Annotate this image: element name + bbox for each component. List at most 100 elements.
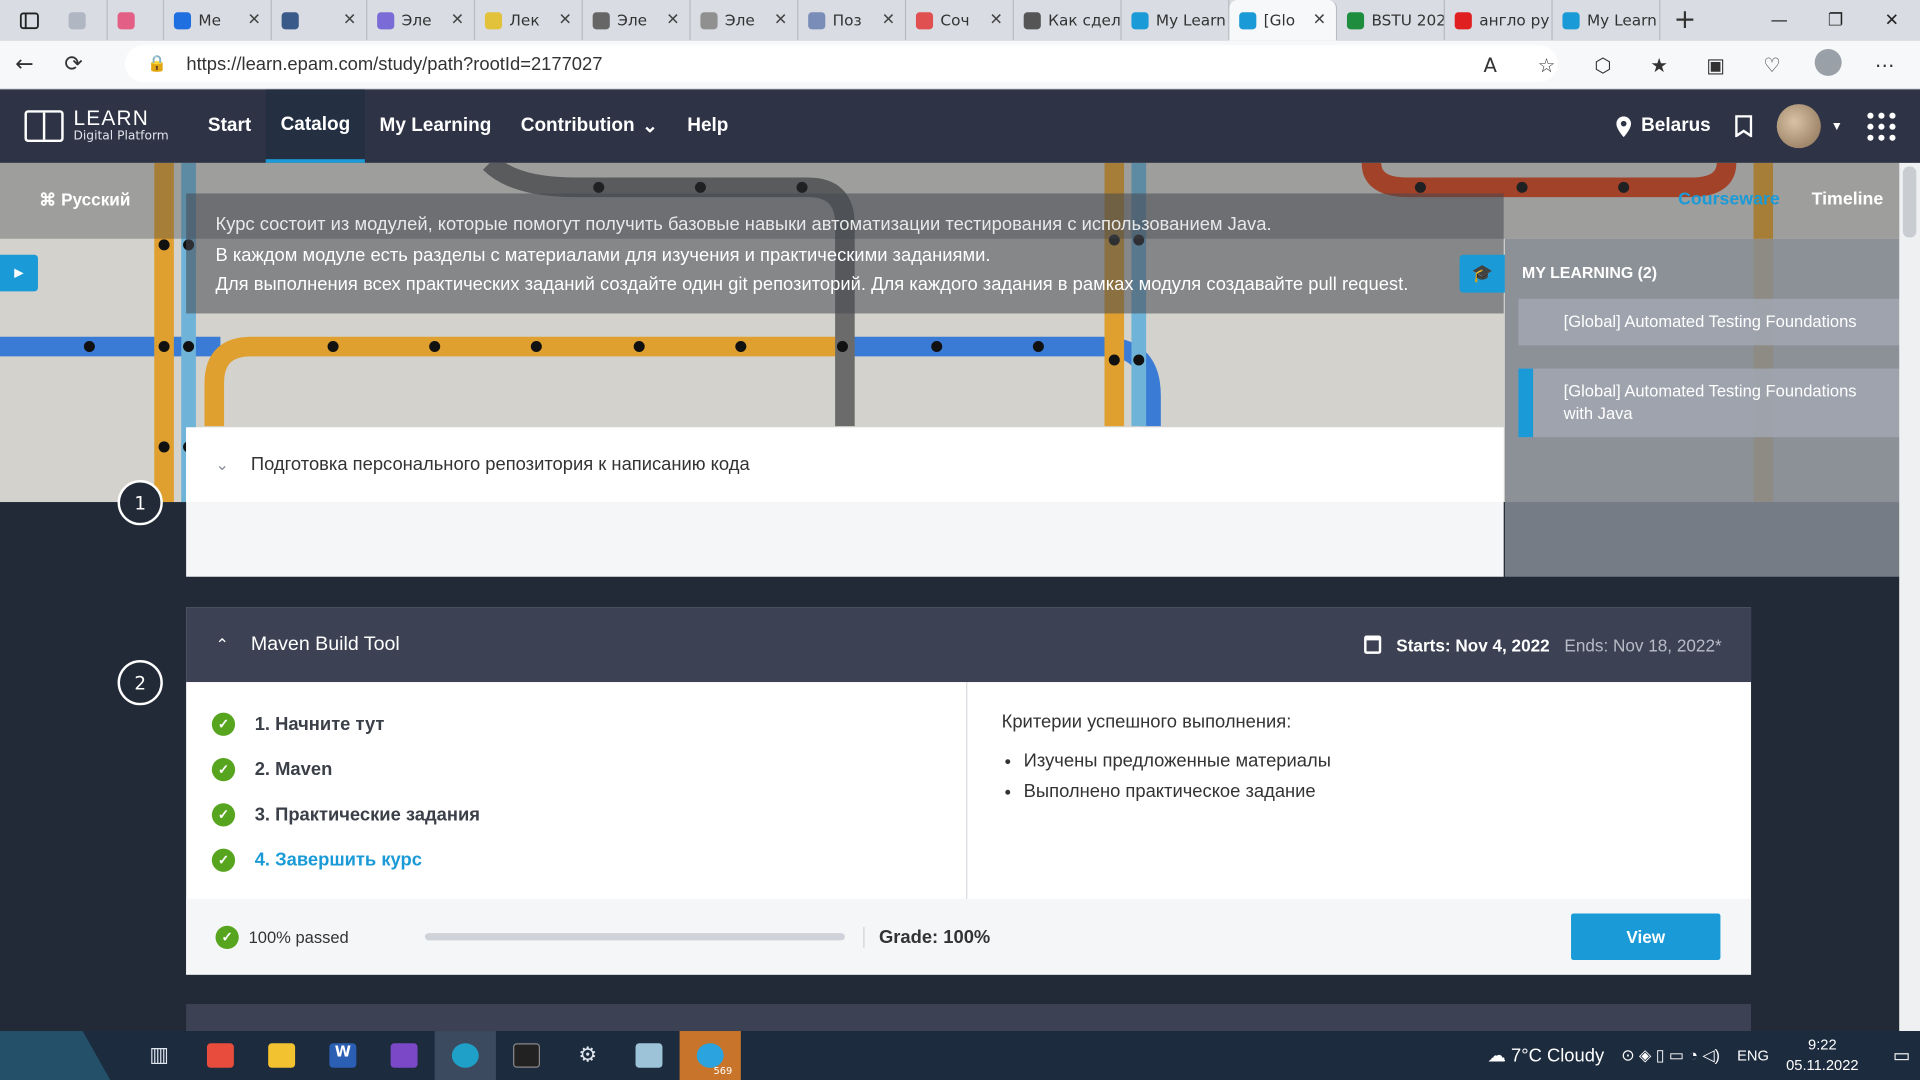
new-tab-button[interactable]: + — [1660, 5, 1709, 36]
nav-item[interactable]: Catalog — [265, 89, 365, 163]
tab-close-icon[interactable]: ✕ — [558, 11, 571, 29]
notifications-icon[interactable]: ▭ — [1893, 1044, 1910, 1067]
location-selector[interactable]: Belarus — [1616, 115, 1711, 137]
sidebar-toggle-button[interactable]: ▶ — [0, 254, 38, 292]
store-icon[interactable] — [190, 1031, 251, 1080]
browser-tab[interactable]: Поз ✕ — [798, 0, 907, 41]
module-header[interactable]: ⌃ Maven Build Tool Starts: Nov 4, 2022 E… — [186, 607, 1752, 683]
url-field[interactable]: 🔒 https://learn.epam.com/study/path?root… — [124, 45, 1558, 83]
apps-grid-icon[interactable] — [1867, 112, 1896, 141]
extensions-icon[interactable]: ⬡ — [1580, 53, 1627, 76]
browser-tab[interactable]: [Glo ✕ — [1229, 0, 1338, 41]
chevron-up-icon[interactable]: ⌃ — [216, 635, 229, 655]
course-tab[interactable]: Courseware — [1678, 190, 1780, 210]
my-learning-item[interactable]: [Global] Automated Testing Foundations — [1518, 298, 1906, 346]
tab-label: Как сдел — [1048, 11, 1121, 30]
nav-item[interactable]: Help — [673, 89, 744, 162]
start-button[interactable] — [0, 1031, 111, 1080]
browser-tab[interactable]: ✕ — [272, 0, 368, 41]
tab-close-icon[interactable]: ✕ — [343, 11, 356, 29]
lesson-item[interactable]: ✓ 2. Maven — [186, 747, 966, 792]
browser-tab[interactable]: Эле ✕ — [583, 0, 691, 41]
browser-tab[interactable]: Me ✕ — [164, 0, 272, 41]
view-button[interactable]: View — [1571, 913, 1721, 961]
refresh-button[interactable]: ⟳ — [49, 51, 98, 77]
module-header[interactable]: ⌄ Подготовка персонального репозитория к… — [186, 427, 1504, 503]
scrollbar-thumb[interactable] — [1902, 166, 1917, 238]
terminal-icon[interactable] — [496, 1031, 557, 1080]
back-button[interactable]: ← — [0, 51, 49, 77]
add-favorite-icon[interactable]: ☆ — [1523, 53, 1570, 76]
scrollbar[interactable] — [1899, 162, 1920, 1032]
tab-close-icon[interactable]: ✕ — [451, 11, 464, 29]
restore-button[interactable]: ❐ — [1807, 10, 1863, 30]
tab-actions-icon[interactable] — [0, 0, 59, 40]
browser-tab[interactable]: Лек ✕ — [475, 0, 583, 41]
clock[interactable]: 9:22 05.11.2022 — [1786, 1035, 1858, 1077]
tab-close-icon[interactable]: ✕ — [666, 11, 679, 29]
check-icon: ✓ — [211, 712, 236, 736]
tab-close-icon[interactable]: ✕ — [882, 11, 895, 29]
browser-tab[interactable]: Эле ✕ — [367, 0, 476, 41]
tab-close-icon[interactable]: ✕ — [990, 11, 1003, 29]
file-explorer-icon[interactable] — [251, 1031, 312, 1080]
location-pin-icon — [1616, 115, 1632, 137]
module-card: ⌄ Подготовка персонального репозитория к… — [186, 427, 1504, 577]
tab-close-icon[interactable]: ✕ — [247, 11, 260, 29]
nav-item[interactable]: Contribution ⌄ — [506, 89, 673, 162]
tab-favicon-icon — [808, 11, 826, 29]
nav-label: Catalog — [280, 113, 351, 135]
browser-tab[interactable]: BSTU 202✕ — [1337, 0, 1445, 41]
tab-label: Соч — [940, 11, 970, 30]
module-title: Maven Build Tool — [250, 633, 400, 655]
lesson-item[interactable]: ✓ 3. Практические задания — [186, 792, 966, 837]
avatar — [1776, 104, 1821, 149]
favorites-icon[interactable]: ★ — [1636, 53, 1683, 76]
chevron-down-icon[interactable]: ⌄ — [216, 455, 229, 475]
telegram-icon[interactable]: 569 — [679, 1031, 741, 1080]
clock-date: 05.11.2022 — [1786, 1056, 1859, 1074]
settings-gear-icon[interactable]: ⚙ — [557, 1031, 618, 1080]
address-bar: ← ⟳ 🔒 https://learn.epam.com/study/path?… — [0, 40, 1920, 90]
minimize-button[interactable]: — — [1751, 10, 1807, 30]
browser-tab[interactable]: англо ру✕ — [1445, 0, 1553, 41]
tab-label: BSTU 202 — [1371, 11, 1445, 30]
browser-tab[interactable] — [59, 0, 108, 41]
logo[interactable]: LEARN Digital Platform — [24, 107, 169, 145]
tab-close-icon[interactable]: ✕ — [1313, 11, 1326, 29]
my-learning-item-selected[interactable]: [Global] Automated Testing Foundations w… — [1518, 368, 1906, 438]
browser-tab[interactable]: Как сдел✕ — [1014, 0, 1122, 41]
lesson-item[interactable]: ✓ 4. Завершить курс — [186, 838, 966, 883]
course-tab[interactable]: Timeline — [1812, 190, 1884, 210]
nav-item[interactable]: Start — [193, 89, 266, 162]
language-selector[interactable]: ⌘ Русский — [39, 190, 130, 211]
notes-icon[interactable] — [618, 1031, 679, 1080]
tray-icons[interactable]: ⊙ ◈ ▯ ▭ ◔ ◁) — [1621, 1046, 1720, 1066]
lesson-item[interactable]: ✓ 1. Начните тут — [186, 702, 966, 747]
browser-tab[interactable]: Соч ✕ — [906, 0, 1014, 41]
check-icon: ✓ — [211, 803, 236, 827]
weather-widget[interactable]: ☁ 7°C Cloudy — [1488, 1044, 1605, 1067]
profile-icon[interactable] — [1805, 48, 1852, 81]
more-menu-icon[interactable]: ⋯ — [1861, 53, 1908, 76]
collections-icon[interactable]: ▣ — [1692, 53, 1739, 76]
browser-tab[interactable]: My Learn✕ — [1553, 0, 1661, 41]
bookmark-icon[interactable] — [1735, 115, 1753, 138]
input-language[interactable]: ENG — [1737, 1047, 1769, 1064]
edge-icon[interactable] — [434, 1031, 496, 1080]
check-icon: ✓ — [211, 757, 236, 782]
user-menu[interactable]: ▼ — [1776, 104, 1843, 149]
graduation-cap-icon[interactable]: 🎓 — [1459, 254, 1505, 293]
browser-tab[interactable]: Эле ✕ — [691, 0, 799, 41]
visual-studio-icon[interactable] — [373, 1031, 434, 1080]
nav-item[interactable]: My Learning — [365, 89, 506, 162]
read-aloud-icon[interactable]: A — [1467, 53, 1514, 76]
nav-label: Start — [207, 115, 252, 136]
health-icon[interactable]: ♡ — [1749, 53, 1796, 76]
browser-tab[interactable]: My Learn✕ — [1122, 0, 1230, 41]
tab-close-icon[interactable]: ✕ — [774, 11, 787, 29]
close-window-button[interactable]: ✕ — [1864, 10, 1920, 30]
task-view-icon[interactable]: ▥ — [129, 1031, 190, 1080]
browser-tab[interactable] — [108, 0, 165, 41]
word-icon[interactable]: W — [312, 1031, 373, 1080]
